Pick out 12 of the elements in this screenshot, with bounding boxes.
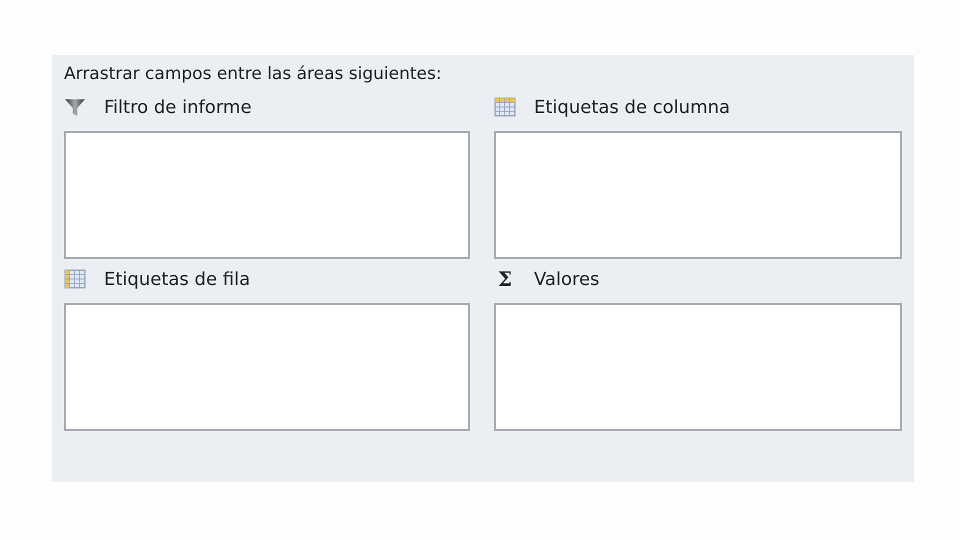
instruction-text: Arrastrar campos entre las áreas siguientes: — [64, 63, 443, 85]
row-grid-icon — [64, 268, 86, 290]
area-label: Filtro de informe — [104, 96, 252, 118]
drop-area[interactable] — [64, 303, 470, 431]
drop-area[interactable] — [64, 131, 470, 259]
area-label: Valores — [534, 268, 600, 290]
sigma-icon: Σ — [494, 267, 516, 291]
area-label: Etiquetas de columna — [534, 96, 730, 118]
drop-area[interactable] — [494, 303, 902, 431]
drop-area[interactable] — [494, 131, 902, 259]
column-grid-icon — [494, 96, 516, 118]
area-label: Etiquetas de fila — [104, 268, 250, 290]
